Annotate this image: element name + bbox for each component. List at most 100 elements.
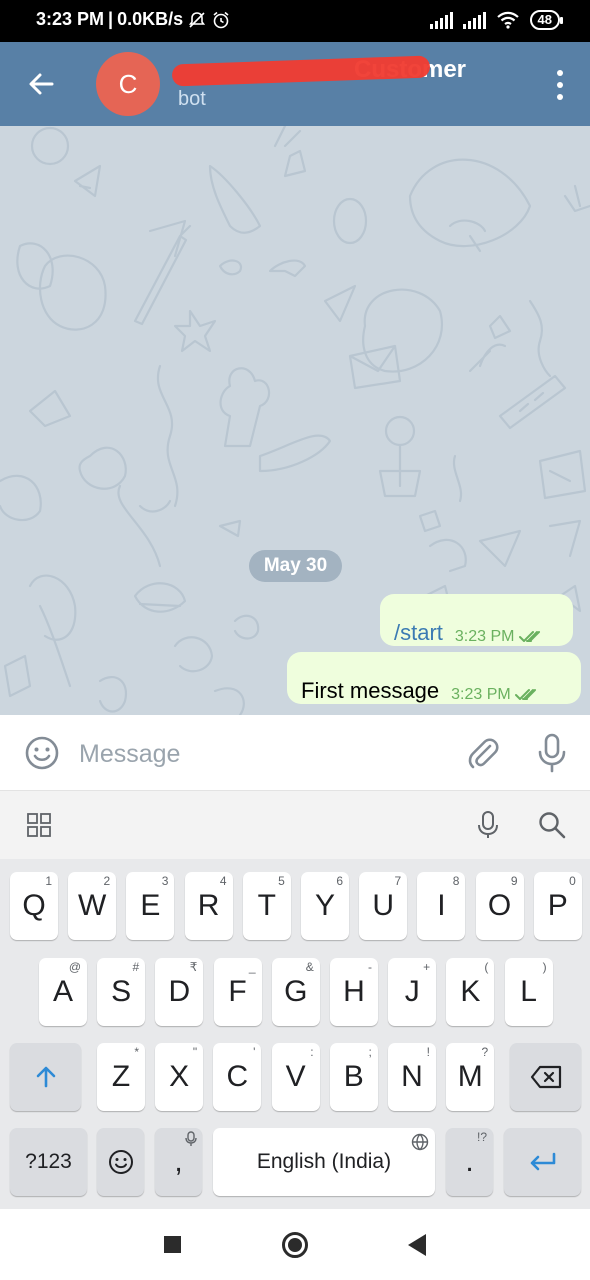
message-meta: 3:23 PM [451, 686, 541, 704]
key-p[interactable]: P0 [533, 872, 582, 940]
shift-key[interactable] [10, 1043, 81, 1111]
key-hint: 5 [278, 874, 285, 888]
key-label: V [285, 1060, 306, 1093]
status-net-speed: 0.0KB/s [117, 9, 184, 29]
key-a[interactable]: A @ [39, 958, 87, 1026]
key-hint: 3 [161, 874, 169, 888]
key-q[interactable]: Q1 [10, 872, 58, 940]
key-t[interactable]: T5 [242, 872, 291, 940]
key-hint: 4 [219, 874, 227, 888]
more-options-icon[interactable] [556, 70, 564, 100]
key-label: J [404, 975, 420, 1008]
voice-input-icon[interactable] [477, 811, 499, 839]
key-label: K [460, 975, 481, 1008]
key-label: A [52, 975, 73, 1008]
key-hint: 7 [394, 874, 402, 888]
key-g[interactable]: G & [271, 958, 320, 1026]
key-label: I [437, 889, 446, 922]
signal-1-icon [429, 11, 453, 29]
emoji-icon[interactable] [24, 735, 60, 771]
key-hint: _ [248, 960, 256, 974]
period-hint: !? [476, 1130, 487, 1144]
key-label: R [197, 889, 220, 922]
key-v[interactable]: V: [271, 1043, 320, 1111]
key-label: Z [111, 1060, 131, 1093]
key-s[interactable]: S # [97, 958, 146, 1026]
space-key[interactable]: English (India) [213, 1128, 435, 1196]
key-n[interactable]: N! [388, 1043, 436, 1111]
message-text: /start [394, 620, 443, 645]
key-h[interactable]: H- [330, 958, 378, 1026]
period-label: . [465, 1145, 474, 1178]
double-check-icon [514, 689, 536, 700]
key-hint: ' [253, 1045, 256, 1059]
key-c[interactable]: C ' [213, 1043, 262, 1111]
message-time: 3:23 PM [451, 686, 511, 703]
double-check-icon [518, 631, 540, 642]
key-r[interactable]: R4 [184, 872, 233, 940]
key-label: E [140, 889, 161, 922]
key-f[interactable]: F _ [213, 958, 262, 1026]
key-label: S [111, 975, 132, 1008]
recents-icon[interactable] [164, 1236, 181, 1253]
key-hint: : [310, 1045, 314, 1059]
onscreen-keyboard: Q1W2E3R4T5Y6U7I8O9P0 A @ S # D ₹ F _ G & H - J + K(L) … [0, 859, 590, 1209]
notifications-off-icon [189, 11, 206, 28]
key-k[interactable]: K( [446, 958, 495, 1026]
key-b[interactable]: B; [329, 1043, 378, 1111]
key-hint: 6 [336, 874, 343, 888]
message-time: 3:23 PM [454, 628, 515, 645]
comma-key[interactable]: , [155, 1128, 202, 1196]
back-arrow-icon[interactable] [26, 68, 58, 100]
emoji-key[interactable] [97, 1128, 144, 1196]
microphone-icon[interactable] [534, 733, 570, 773]
comma-mic-hint-icon [185, 1131, 197, 1146]
key-e[interactable]: E3 [126, 872, 175, 940]
chat-area[interactable]: May 30 /start 3:23 PM First message 3:23… [0, 126, 590, 715]
key-label: H [343, 975, 365, 1008]
signal-2-icon [462, 11, 486, 29]
key-u[interactable]: U7 [359, 872, 408, 940]
key-y[interactable]: Y6 [301, 872, 349, 940]
key-z[interactable]: Z * [97, 1043, 145, 1111]
key-o[interactable]: O9 [475, 872, 524, 940]
key-j[interactable]: J + [388, 958, 437, 1026]
status-time: 3:23 PM [36, 9, 105, 29]
apps-grid-icon[interactable] [27, 813, 51, 837]
date-separator: May 30 [249, 550, 342, 582]
key-hint: @ [68, 960, 81, 974]
message-input[interactable] [79, 736, 449, 772]
key-hint: ( [484, 960, 489, 974]
key-hint: " [192, 1045, 198, 1059]
key-l[interactable]: L) [504, 958, 553, 1026]
key-hint: 2 [103, 874, 111, 888]
alarm-icon [213, 11, 229, 28]
comma-label: , [174, 1145, 183, 1178]
paperclip-icon[interactable] [465, 735, 501, 771]
search-icon[interactable] [538, 811, 566, 839]
backspace-key[interactable] [510, 1043, 581, 1111]
key-x[interactable]: X " [155, 1043, 204, 1111]
key-m[interactable]: M? [446, 1043, 495, 1111]
key-hint: ? [481, 1045, 489, 1059]
symbols-key[interactable]: ?123 [10, 1128, 87, 1196]
home-icon[interactable] [282, 1232, 308, 1258]
outgoing-message[interactable]: First message 3:23 PM [287, 652, 581, 704]
key-hint: # [132, 960, 140, 974]
key-label: O [487, 889, 512, 922]
key-label: G [284, 975, 308, 1008]
enter-key[interactable] [504, 1128, 581, 1196]
message-meta: 3:23 PM [455, 628, 545, 646]
outgoing-message[interactable]: /start 3:23 PM [380, 594, 573, 646]
backspace-icon [530, 1065, 561, 1089]
key-hint: 9 [510, 874, 518, 888]
chat-title: Customer [171, 55, 466, 87]
nav-back-icon[interactable] [408, 1234, 426, 1256]
avatar[interactable]: C [96, 52, 160, 116]
key-d[interactable]: D ₹ [155, 958, 204, 1026]
key-hint: - [368, 960, 372, 974]
chat-title-area[interactable]: Customer bot [171, 55, 466, 111]
key-i[interactable]: I8 [417, 872, 466, 940]
key-w[interactable]: W2 [68, 872, 117, 940]
period-key[interactable]: . !? [446, 1128, 493, 1196]
